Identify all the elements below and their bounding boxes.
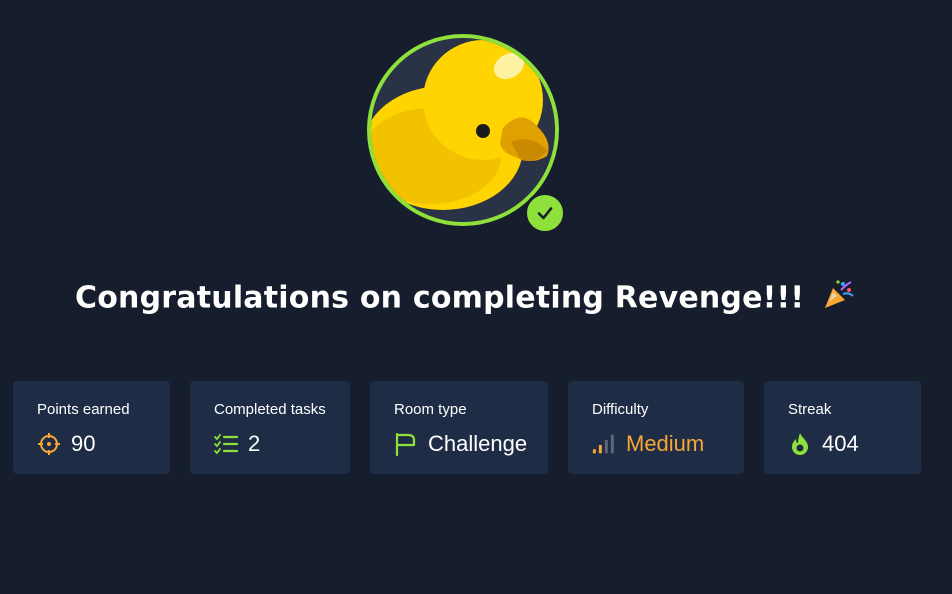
signal-bars-icon bbox=[592, 432, 616, 456]
congratulations-heading: Congratulations on completing Revenge!!! bbox=[0, 278, 930, 320]
stat-card-completed-tasks: Completed tasks 2 bbox=[190, 381, 350, 474]
party-popper-icon bbox=[821, 278, 855, 320]
stat-label: Streak bbox=[788, 401, 832, 418]
check-icon bbox=[537, 207, 553, 220]
headline-text: Congratulations on completing Revenge!!! bbox=[75, 280, 805, 316]
flag-icon bbox=[394, 432, 418, 456]
stat-card-room-type: Room type Challenge bbox=[370, 381, 548, 474]
stat-card-streak: Streak 404 bbox=[764, 381, 921, 474]
stat-label: Difficulty bbox=[592, 401, 649, 418]
completed-check-badge bbox=[524, 192, 566, 234]
crosshair-icon bbox=[37, 432, 61, 456]
stat-label: Completed tasks bbox=[214, 401, 326, 418]
stat-value: Challenge bbox=[428, 431, 528, 456]
flame-icon bbox=[788, 432, 812, 456]
stat-value: 2 bbox=[248, 431, 261, 456]
rubber-duck-icon bbox=[371, 38, 555, 222]
stat-value: Medium bbox=[626, 431, 705, 456]
checklist-icon bbox=[214, 432, 238, 456]
stat-card-points: Points earned 90 bbox=[13, 381, 170, 474]
stat-value: 404 bbox=[822, 431, 859, 456]
stat-label: Room type bbox=[394, 401, 467, 418]
room-avatar bbox=[367, 34, 567, 234]
stat-value: 90 bbox=[71, 431, 96, 456]
stat-card-difficulty: Difficulty Medium bbox=[568, 381, 744, 474]
stat-label: Points earned bbox=[37, 401, 130, 418]
